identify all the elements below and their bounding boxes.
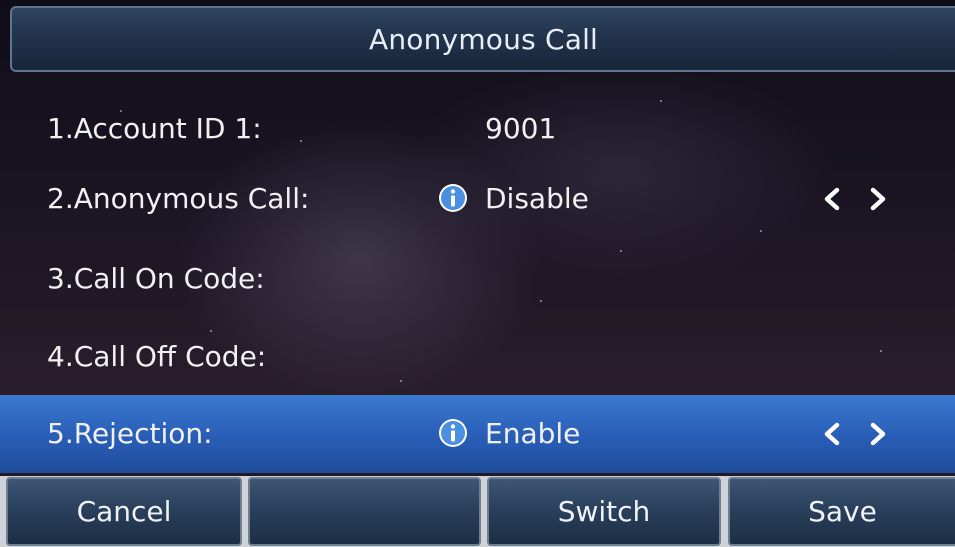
info-icon[interactable]: [438, 418, 468, 448]
softkey-bar: Cancel Switch Save: [0, 476, 955, 547]
phone-screen: Anonymous Call 1.Account ID 1: 9001 2.Anon…: [0, 0, 955, 547]
setting-label: 2.Anonymous Call:: [47, 182, 310, 215]
setting-row-2[interactable]: 2.Anonymous Call: Disable: [0, 160, 955, 238]
setting-value[interactable]: Disable: [485, 160, 589, 238]
chevron-right-icon[interactable]: [866, 420, 890, 448]
setting-row-5[interactable]: 5.Rejection: Enable: [0, 395, 955, 473]
title-bar: Anonymous Call: [10, 6, 955, 72]
setting-label: 5.Rejection:: [47, 417, 213, 450]
chevron-left-icon[interactable]: [820, 185, 844, 213]
info-icon[interactable]: [438, 183, 468, 213]
setting-label: 4.Call Off Code:: [47, 340, 267, 373]
chevron-left-icon[interactable]: [820, 420, 844, 448]
page-title: Anonymous Call: [368, 22, 599, 56]
chevron-right-icon[interactable]: [866, 185, 890, 213]
switch-softkey-label: Switch: [557, 495, 651, 528]
setting-row-3[interactable]: 3.Call On Code:: [0, 240, 955, 318]
setting-value: 9001: [485, 112, 557, 145]
value-switcher: [820, 420, 892, 448]
save-softkey[interactable]: Save: [728, 477, 955, 546]
setting-value[interactable]: Enable: [485, 395, 580, 473]
cancel-softkey[interactable]: Cancel: [6, 477, 242, 546]
value-switcher: [820, 185, 892, 213]
setting-row-1[interactable]: 1.Account ID 1: 9001: [0, 90, 955, 168]
setting-label: 3.Call On Code:: [47, 262, 265, 295]
empty-softkey[interactable]: [248, 477, 481, 546]
switch-softkey[interactable]: Switch: [487, 477, 721, 546]
cancel-softkey-label: Cancel: [76, 495, 172, 528]
setting-label: 1.Account ID 1:: [47, 112, 262, 145]
setting-row-4[interactable]: 4.Call Off Code:: [0, 318, 955, 396]
save-softkey-label: Save: [808, 495, 877, 528]
